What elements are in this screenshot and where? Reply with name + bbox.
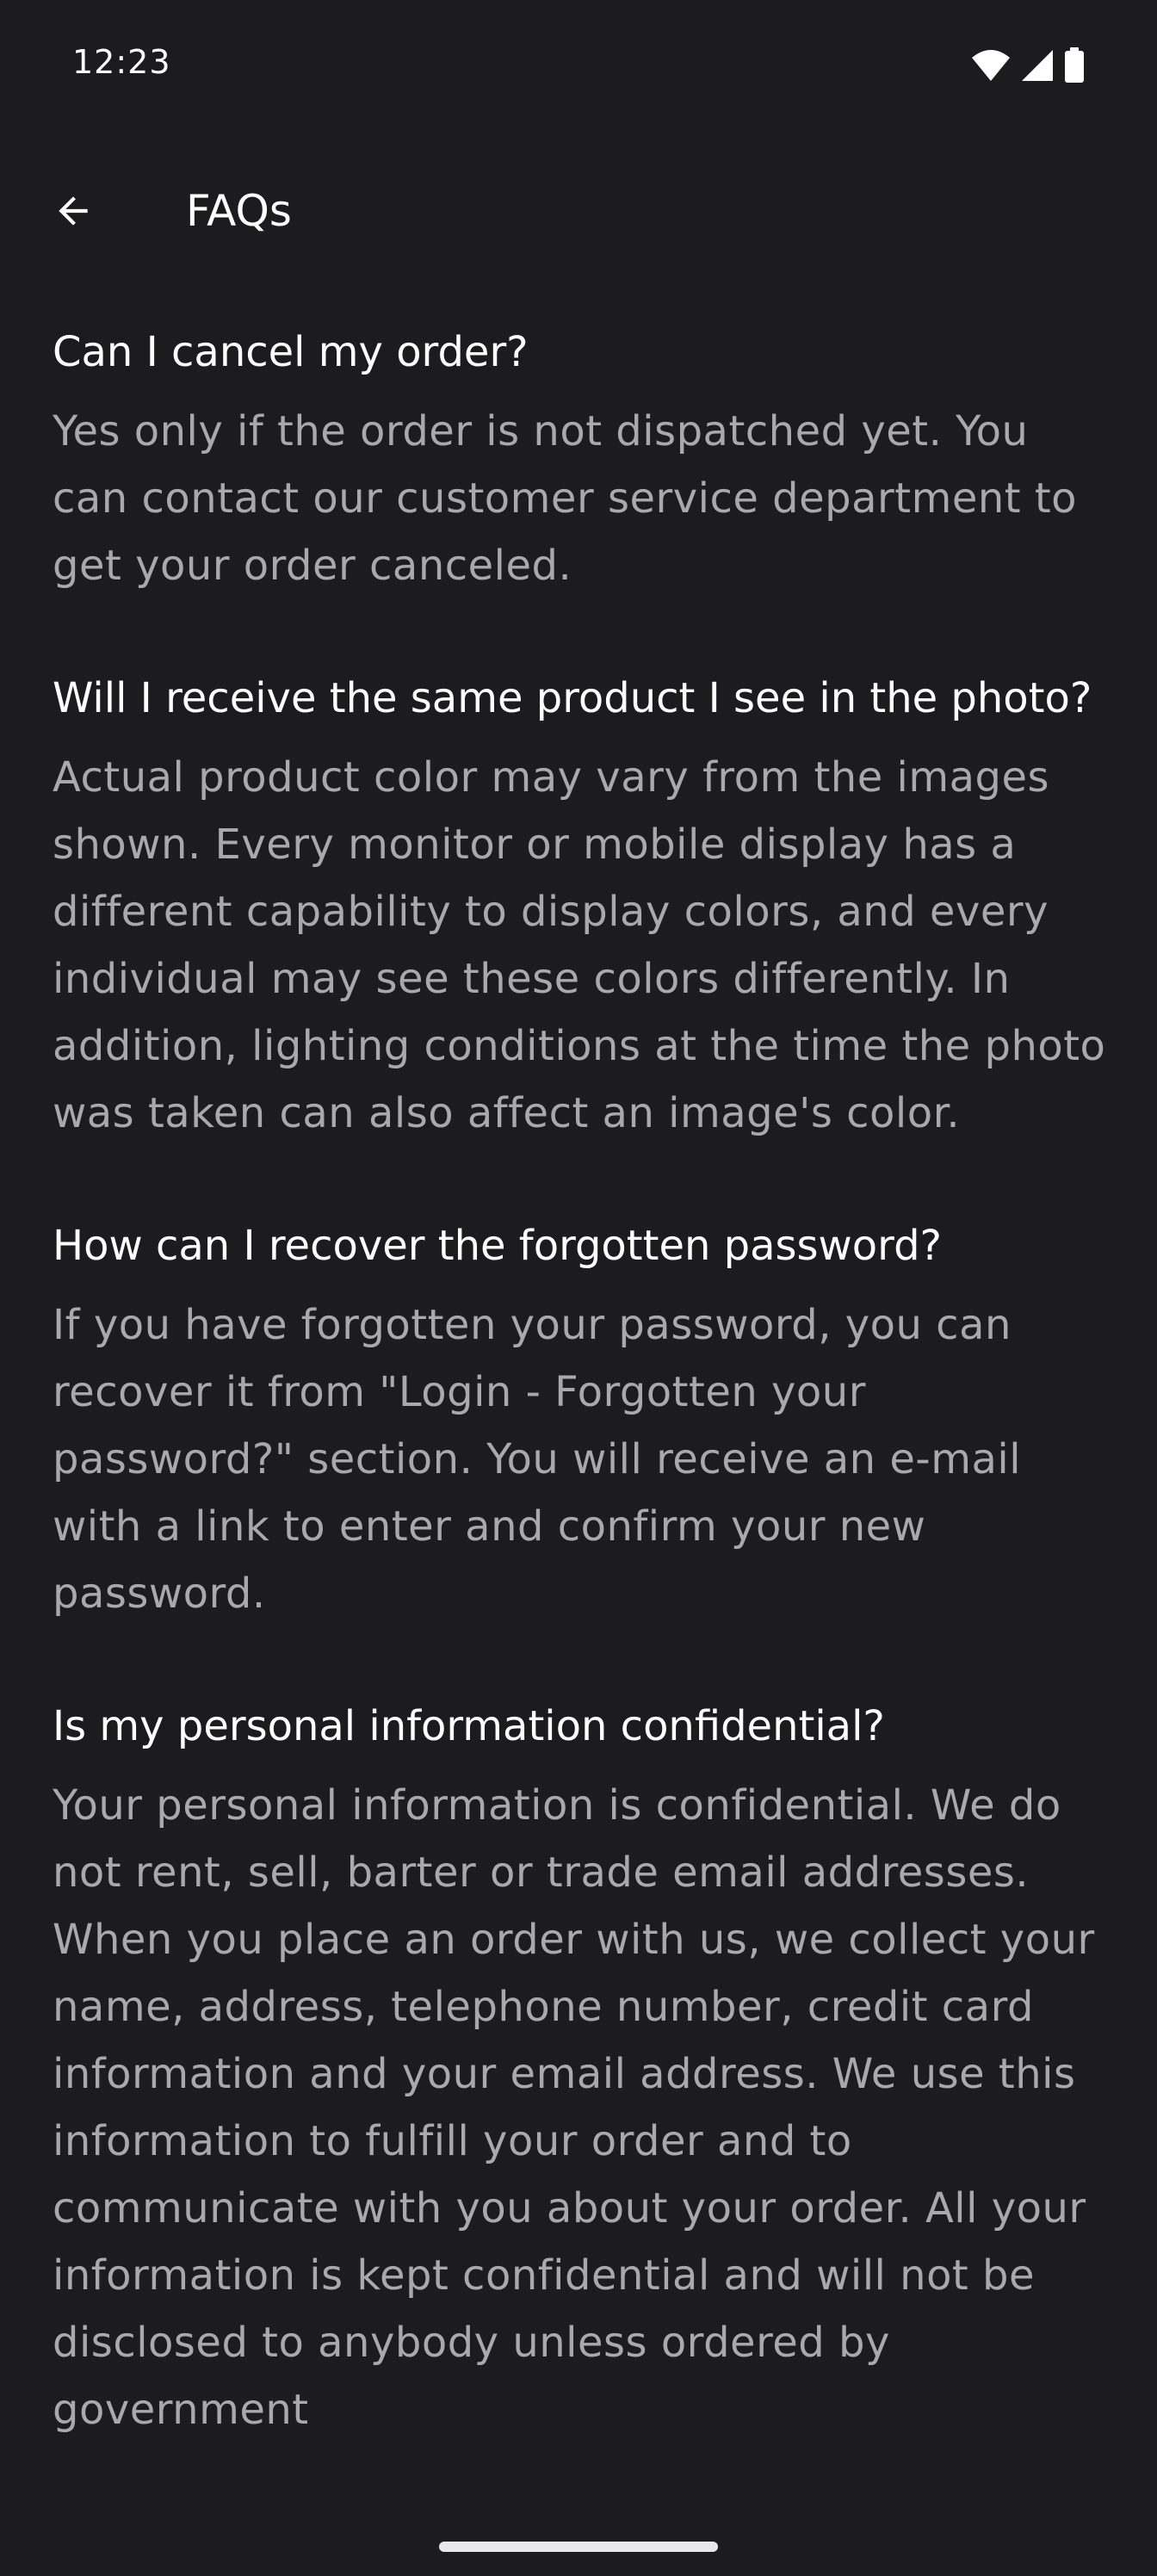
status-bar: 12:23 <box>0 0 1157 129</box>
faq-answer: Actual product color may vary from the i… <box>53 753 1106 1137</box>
faq-item: Will I receive the same product I see in… <box>53 665 1111 1147</box>
wifi-icon <box>972 50 1010 81</box>
faq-question: Can I cancel my order? <box>53 328 529 376</box>
faq-item: Can I cancel my order? Yes only if the o… <box>53 319 1111 599</box>
faq-question: Is my personal information confidential? <box>53 1702 885 1750</box>
faq-answer: Your personal information is confidentia… <box>53 1781 1095 2434</box>
faq-item: How can I recover the forgotten password… <box>53 1212 1111 1627</box>
battery-icon <box>1065 47 1084 83</box>
faq-list: Can I cancel my order? Yes only if the o… <box>53 319 1111 2509</box>
back-button[interactable] <box>34 172 112 250</box>
faq-answer: If you have forgotten your password, you… <box>53 1301 1022 1618</box>
faq-answer: Yes only if the order is not dispatched … <box>53 407 1078 590</box>
status-time: 12:23 <box>72 43 171 81</box>
signal-icon <box>1022 50 1053 81</box>
app-bar: FAQs <box>0 146 1157 267</box>
faq-question: Will I receive the same product I see in… <box>53 674 1092 722</box>
page-title: FAQs <box>186 186 292 236</box>
faq-question: How can I recover the forgotten password… <box>53 1222 943 1270</box>
faq-item: Is my personal information confidential?… <box>53 1693 1111 2443</box>
gesture-nav-handle[interactable] <box>439 2542 718 2552</box>
status-icons <box>971 47 1085 83</box>
arrow-back-icon <box>59 196 88 226</box>
